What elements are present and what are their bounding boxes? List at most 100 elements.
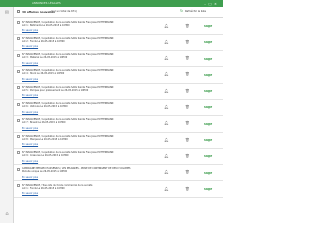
listing-details: Lot 1 : Bâtiments Le 26-05-2015 à 10H00 (22, 23, 70, 27)
row-actions: 🔔︎ 🗑︎ sage (164, 40, 220, 45)
list-item[interactable]: N° INSOLVENCE / Tous lots du fonds comme… (14, 182, 223, 198)
row-checkbox[interactable] (17, 167, 21, 171)
close-icon[interactable]: × (214, 2, 218, 6)
listing-details: Lot 3 : Matériel Le 26-05-2015 à 10H00 (22, 56, 68, 60)
row-actions: 🔔︎ 🗑︎ sage (164, 154, 220, 159)
trash-icon[interactable]: 🗑︎ (185, 40, 190, 45)
select-all-checkbox[interactable] (17, 10, 21, 14)
mail-icon[interactable]: ✉ (4, 10, 11, 16)
title-bar: ANNONCES LÉGALES – □ × (0, 0, 223, 7)
listing-details: Lot 2 : Fonds Le 26-05-2015 à 10H00 (22, 39, 65, 43)
refresh-icon[interactable]: ↻ (180, 9, 184, 13)
row-actions: 🔔︎ 🗑︎ sage (164, 187, 220, 192)
trash-icon[interactable]: 🗑︎ (185, 187, 190, 192)
window-title: ANNONCES LÉGALES (32, 1, 61, 5)
more-info-link[interactable]: En savoir plus (22, 94, 38, 97)
listing-details: Lot 5 : Pompes pour prélèvement Le 26-05… (22, 88, 89, 92)
row-actions: 🔔︎ 🗑︎ sage (164, 56, 220, 61)
bell-icon[interactable]: 🔔︎ (164, 89, 169, 94)
more-info-link[interactable]: En savoir plus (22, 45, 38, 48)
sidebar: ✉ ⌂ (0, 7, 14, 223)
trash-icon[interactable]: 🗑︎ (185, 154, 190, 159)
row-checkbox[interactable] (17, 86, 21, 90)
list-item[interactable]: N° INSOLVENCE / Liquidation de la sociét… (14, 100, 223, 117)
list-item[interactable]: N° INSOLVENCE / Liquidation de la sociét… (14, 19, 223, 35)
more-info-link[interactable]: En savoir plus (22, 111, 38, 114)
list-header: 36 affaires nouvelles (sur un total de 6… (14, 7, 223, 18)
more-info-link[interactable]: En savoir plus (22, 78, 38, 81)
more-info-link[interactable]: En savoir plus (22, 192, 38, 195)
trash-icon[interactable]: 🗑︎ (185, 56, 190, 61)
bell-icon[interactable]: 🔔︎ (164, 24, 169, 29)
sage-button[interactable]: sage (204, 187, 212, 191)
sage-button[interactable]: sage (204, 24, 212, 28)
row-actions: 🔔︎ 🗑︎ sage (164, 24, 220, 29)
sage-button[interactable]: sage (204, 171, 212, 175)
row-actions: 🔔︎ 🗑︎ sage (164, 170, 220, 175)
listing-details: Lot 4 : Stock Le 26-05-2015 à 10H00 (22, 72, 65, 76)
more-info-link[interactable]: En savoir plus (22, 127, 38, 130)
sage-button[interactable]: sage (204, 138, 212, 142)
trash-icon[interactable]: 🗑︎ (185, 138, 190, 143)
row-checkbox[interactable] (17, 135, 21, 139)
row-checkbox[interactable] (17, 53, 21, 57)
row-checkbox[interactable] (17, 69, 21, 73)
more-info-link[interactable]: En savoir plus (22, 176, 38, 179)
listing-details: Lot 6 : Véhicule Le 26-05-2015 à 10H00 (22, 105, 68, 109)
bell-icon[interactable]: 🔔︎ (164, 72, 169, 77)
listing-details: Lot 8 : Marques Le 26-05-2015 à 10H00 (22, 137, 68, 141)
row-checkbox[interactable] (17, 151, 21, 155)
trash-icon[interactable]: 🗑︎ (185, 121, 190, 126)
row-actions: 🔔︎ 🗑︎ sage (164, 121, 220, 126)
listing-details: Lot 1 : Fonds Le 26-05-2015 à 10H00 (22, 186, 65, 190)
bell-icon[interactable]: 🔔︎ (164, 40, 169, 45)
sage-button[interactable]: sage (204, 154, 212, 158)
refresh-list-button[interactable]: Rafraîchir la liste (185, 10, 206, 13)
row-actions: 🔔︎ 🗑︎ sage (164, 138, 220, 143)
trash-icon[interactable]: 🗑︎ (185, 89, 190, 94)
row-checkbox[interactable] (17, 118, 21, 122)
trash-icon[interactable]: 🗑︎ (185, 105, 190, 110)
main-panel: 36 affaires nouvelles (sur un total de 6… (14, 7, 223, 223)
row-checkbox[interactable] (17, 21, 21, 24)
trash-icon[interactable]: 🗑︎ (185, 24, 190, 29)
bell-icon[interactable]: 🔔︎ (164, 56, 169, 61)
sage-button[interactable]: sage (204, 105, 212, 109)
sage-button[interactable]: sage (204, 73, 212, 77)
total-count-label: (sur un total de 671) (51, 10, 77, 14)
more-info-link[interactable]: En savoir plus (22, 160, 38, 163)
list-item[interactable]: N° INSOLVENCE / Liquidation de la sociét… (14, 51, 223, 68)
row-actions: 🔔︎ 🗑︎ sage (164, 89, 220, 94)
list-item[interactable]: N° INSOLVENCE / Liquidation de la sociét… (14, 84, 223, 100)
listing-details: Lot 9 : Créances Le 26-05-2015 à 10H00 (22, 153, 69, 157)
list-item[interactable]: N° INSOLVENCE / Liquidation de la sociét… (14, 149, 223, 166)
new-count-label: 36 affaires nouvelles (22, 10, 55, 15)
trash-icon[interactable]: 🗑︎ (185, 170, 190, 175)
more-info-link[interactable]: En savoir plus (22, 143, 38, 146)
list-item[interactable]: N° INSOLVENCE / Liquidation de la sociét… (14, 116, 223, 133)
list-item[interactable]: N° INSOLVENCE / Liquidation de la sociét… (14, 35, 223, 52)
trash-icon[interactable]: 🗑︎ (185, 72, 190, 77)
sage-button[interactable]: sage (204, 57, 212, 61)
bell-icon[interactable]: 🔔︎ (164, 187, 169, 192)
row-checkbox[interactable] (17, 37, 21, 41)
bell-icon[interactable]: 🔔︎ (164, 154, 169, 159)
minimize-icon[interactable]: – (203, 2, 207, 6)
list-item[interactable]: CAMPAGNE MESSIEU HASSENIUS / LES PELIGNI… (14, 165, 223, 182)
home-icon[interactable]: ⌂ (4, 211, 11, 217)
listing-details: Période unique Le 26-05-2015 à 10H00 (22, 170, 68, 174)
list-item[interactable]: N° INSOLVENCE / Liquidation de la sociét… (14, 133, 223, 149)
more-info-link[interactable]: En savoir plus (22, 62, 38, 65)
bell-icon[interactable]: 🔔︎ (164, 105, 169, 110)
row-checkbox[interactable] (17, 184, 21, 187)
sage-button[interactable]: sage (204, 89, 212, 93)
maximize-icon[interactable]: □ (208, 2, 212, 6)
row-checkbox[interactable] (17, 102, 21, 106)
bell-icon[interactable]: 🔔︎ (164, 121, 169, 126)
more-info-link[interactable]: En savoir plus (22, 29, 38, 32)
list-item[interactable]: N° INSOLVENCE / Liquidation de la sociét… (14, 67, 223, 84)
bell-icon[interactable]: 🔔︎ (164, 138, 169, 143)
sage-button[interactable]: sage (204, 40, 212, 44)
bell-icon[interactable]: 🔔︎ (164, 170, 169, 175)
sage-button[interactable]: sage (204, 122, 212, 126)
